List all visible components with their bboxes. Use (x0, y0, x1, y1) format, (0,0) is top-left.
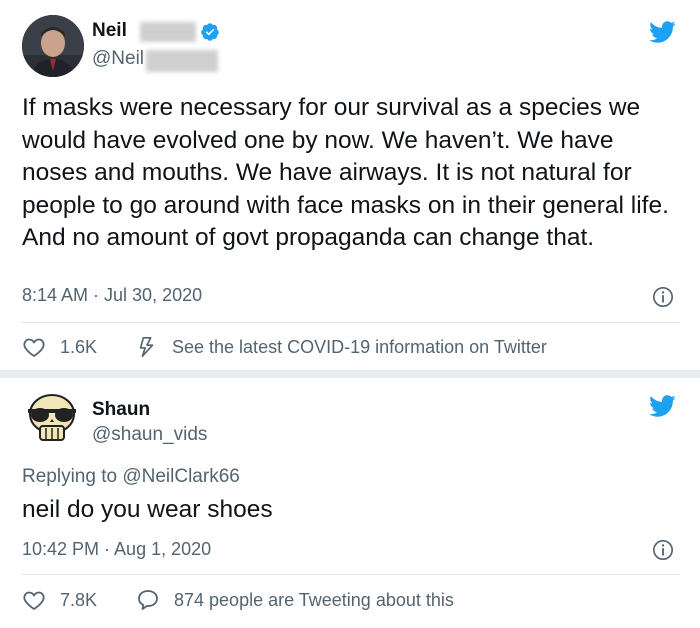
heart-icon (23, 591, 45, 611)
replying-to: Replying to @NeilClark66 (22, 466, 240, 488)
like-button[interactable]: 7.8K (22, 588, 97, 612)
timestamp[interactable]: 10:42 PM · Aug 1, 2020 (22, 539, 211, 560)
redacted-handle (146, 50, 218, 72)
avatar[interactable] (22, 15, 84, 77)
tweet-text: If masks were necessary for our survival… (22, 94, 669, 252)
covid-info-link[interactable]: See the latest COVID-19 information on T… (136, 335, 547, 359)
heart-icon (23, 338, 45, 358)
tweeting-about-text: 874 people are Tweeting about this (174, 589, 454, 610)
mention-link[interactable]: @NeilClark66 (122, 466, 240, 487)
tweet-text: neil do you wear shoes (22, 496, 273, 523)
display-name[interactable]: Neil (92, 20, 127, 42)
tweeting-about-link[interactable]: 874 people are Tweeting about this (136, 588, 454, 612)
info-icon[interactable] (652, 286, 674, 308)
speech-bubble-icon (138, 590, 158, 610)
like-button[interactable]: 1.6K (22, 335, 97, 359)
like-count: 1.6K (60, 336, 98, 357)
verified-badge-icon (201, 23, 219, 41)
timestamp[interactable]: 8:14 AM · Jul 30, 2020 (22, 285, 202, 306)
lightning-icon (139, 337, 154, 357)
tweet-card-shaun: Shaun @shaun_vids Replying to @NeilClark… (0, 378, 700, 628)
handle[interactable]: @shaun_vids (92, 424, 207, 446)
like-count: 7.8K (60, 589, 98, 610)
tweet-separator (0, 370, 700, 378)
replying-prefix: Replying to (22, 466, 118, 487)
twitter-bird-icon[interactable] (646, 392, 678, 420)
avatar[interactable] (22, 390, 82, 450)
tweet-card-neil: Neil @Neil If masks were necessary for o… (0, 0, 700, 370)
divider (22, 574, 680, 575)
handle[interactable]: @Neil (92, 48, 144, 70)
divider (22, 322, 680, 323)
covid-info-text: See the latest COVID-19 information on T… (172, 336, 547, 357)
display-name[interactable]: Shaun (92, 399, 150, 421)
info-icon[interactable] (652, 539, 674, 561)
redacted-surname (140, 22, 196, 42)
twitter-bird-icon[interactable] (646, 18, 678, 46)
